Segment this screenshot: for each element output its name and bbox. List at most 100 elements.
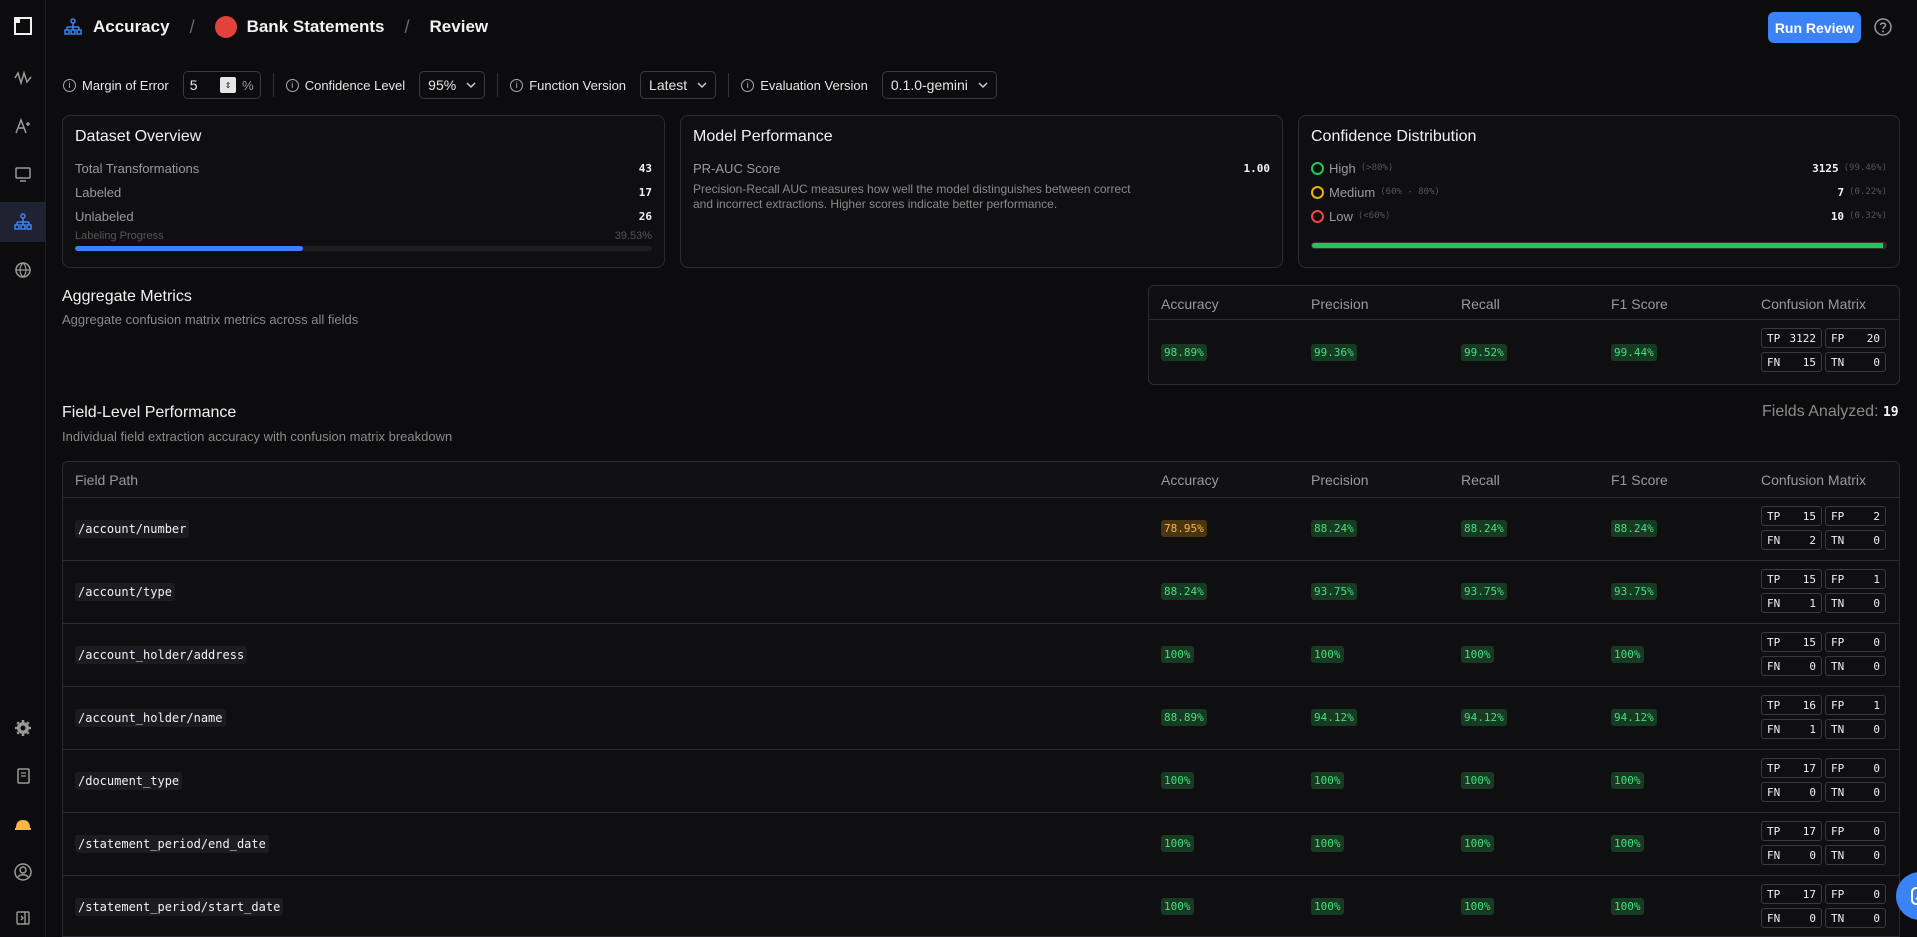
table-row[interactable]: /account_holder/address 100% 100% 100% 100% T… [63,624,1899,687]
confidence-pct: (99.46%) [1843,163,1887,173]
confidence-level-select[interactable]: 95% [419,71,486,99]
breadcrumb-project[interactable]: Bank Statements [247,17,385,37]
info-icon[interactable]: i [63,78,76,92]
cm-tn: TN 0 [1825,908,1886,928]
user-avatar-icon[interactable] [0,852,46,892]
margin-of-error-label: Margin of Error [82,77,169,93]
stepper-icon[interactable]: ⇕ [220,77,237,93]
cm-tp-value: 16 [1802,698,1816,712]
column-header: F1 Score [1611,296,1668,312]
info-icon[interactable]: i [285,78,299,92]
cm-tp: TP 3122 [1761,328,1822,348]
cm-tn: TN 0 [1825,593,1886,613]
confidence-range: (>80%) [1360,163,1394,173]
precision-badge: 100% [1311,646,1344,663]
cm-fp-value: 2 [1873,509,1880,523]
model-performance-title: Model Performance [693,128,833,145]
table-row[interactable]: /account_holder/name 88.89% 94.12% 94.12% 94… [63,687,1899,750]
table-row[interactable]: /statement_period/end_date 100% 100% 100% 10… [63,813,1899,876]
cm-tn-value: 0 [1873,785,1880,799]
confidence-range: (<60%) [1357,211,1391,221]
margin-of-error-unit: % [242,77,254,93]
f1-badge: 88.24% [1611,520,1657,537]
table-row[interactable]: /document_type 100% 100% 100% 100% TP 17 FP 0 FN 0… [63,750,1899,813]
table-row[interactable]: /account/type 88.24% 93.75% 93.75% 93.75% TP 1… [63,561,1899,624]
chevron-down-icon [697,82,707,89]
function-version-select[interactable]: Latest [640,71,717,99]
confidence-count: 7 [1837,185,1845,199]
cm-fn: FN 0 [1761,845,1822,865]
cm-tp: TP 17 [1761,758,1822,778]
function-version-control: i Function Version Latest [510,71,717,99]
chevron-down-icon [978,82,988,89]
column-header: Confusion Matrix [1761,296,1867,312]
help-icon[interactable] [1873,17,1893,37]
globe-icon[interactable] [0,250,46,290]
confidence-pct: (0.22%) [1849,187,1887,197]
hardhat-icon[interactable] [0,804,46,844]
recall-badge: 100% [1461,646,1494,663]
app-logo-icon[interactable] [0,6,46,46]
recall-badge: 100% [1461,898,1494,915]
table-row[interactable]: /statement_period/start_date 100% 100% 100%… [63,876,1899,936]
aggregate-metrics-subtitle: Aggregate confusion matrix metrics acros… [62,312,359,327]
cm-fn: FN 0 [1761,908,1822,928]
cm-fn: FN 2 [1761,530,1822,550]
waveform-icon[interactable] [0,58,46,98]
confidence-row-low: Low (<60%) 10 (0.32%) [1311,204,1887,228]
info-icon[interactable]: i [510,78,524,92]
evaluation-version-value: 0.1.0-gemini [890,77,968,93]
cm-fp-value: 0 [1873,824,1880,838]
breadcrumb-section[interactable]: Accuracy [93,17,170,37]
cm-tn: TN 0 [1825,719,1886,739]
cm-fn-value: 0 [1809,848,1816,862]
confidence-level-label: Confidence Level [304,77,406,93]
labeling-progress-fill [75,246,304,251]
accuracy-icon [64,18,82,35]
cm-tp: TP 16 [1761,695,1822,715]
topbar: Accuracy / Bank Statements / Review Run … [47,0,1917,54]
gear-icon[interactable] [0,708,46,748]
accuracy-badge: 100% [1161,772,1194,789]
cm-tn-value: 0 [1873,355,1880,369]
cm-fp-value: 0 [1873,761,1880,775]
stat-label: Labeled [75,184,122,200]
cm-fp-value: 0 [1873,635,1880,649]
annotate-icon[interactable] [0,106,46,146]
f1-badge: 100% [1611,772,1644,789]
function-version-value: Latest [649,77,688,93]
cm-fp: FP 1 [1825,569,1886,589]
divider [497,73,499,97]
sidebar [0,0,46,937]
column-header: F1 Score [1611,472,1668,488]
cm-fn-value: 1 [1809,596,1816,610]
margin-of-error-value[interactable]: 5 [190,77,214,93]
cm-tn: TN 0 [1825,352,1886,372]
medium-ring-icon [1311,185,1324,199]
chevron-down-icon [466,82,476,89]
labeling-progress-value: 39.53% [614,230,652,242]
accuracy-badge: 100% [1161,835,1194,852]
table-row[interactable]: /account/number 78.95% 88.24% 88.24% 88.24% T… [63,498,1899,561]
margin-of-error-input[interactable]: 5 ⇕ % [182,71,261,99]
run-review-button[interactable]: Run Review [1768,12,1861,43]
precision-badge: 100% [1311,898,1344,915]
cm-fn-value: 0 [1809,659,1816,673]
column-header: Confusion Matrix [1761,472,1867,488]
accuracy-icon[interactable] [0,202,46,242]
cm-tp: TP 15 [1761,506,1822,526]
collapse-sidebar-icon[interactable] [0,898,46,937]
cm-tp-value: 15 [1802,572,1816,586]
cm-tp-value: 3122 [1789,331,1817,345]
info-icon[interactable]: i [741,78,755,92]
evaluation-version-select[interactable]: 0.1.0-gemini [881,71,997,99]
confidence-label: Medium [1329,184,1376,200]
cm-tn-value: 0 [1873,722,1880,736]
accuracy-badge: 78.95% [1161,520,1207,537]
column-header: Accuracy [1161,296,1219,312]
margin-of-error-control: i Margin of Error 5 ⇕ % [63,71,261,99]
confidence-distribution-card: Confidence Distribution High (>80%) 3125 (… [1298,115,1900,268]
docs-icon[interactable] [0,756,46,796]
monitor-icon[interactable] [0,154,46,194]
recall-badge: 93.75% [1461,583,1507,600]
